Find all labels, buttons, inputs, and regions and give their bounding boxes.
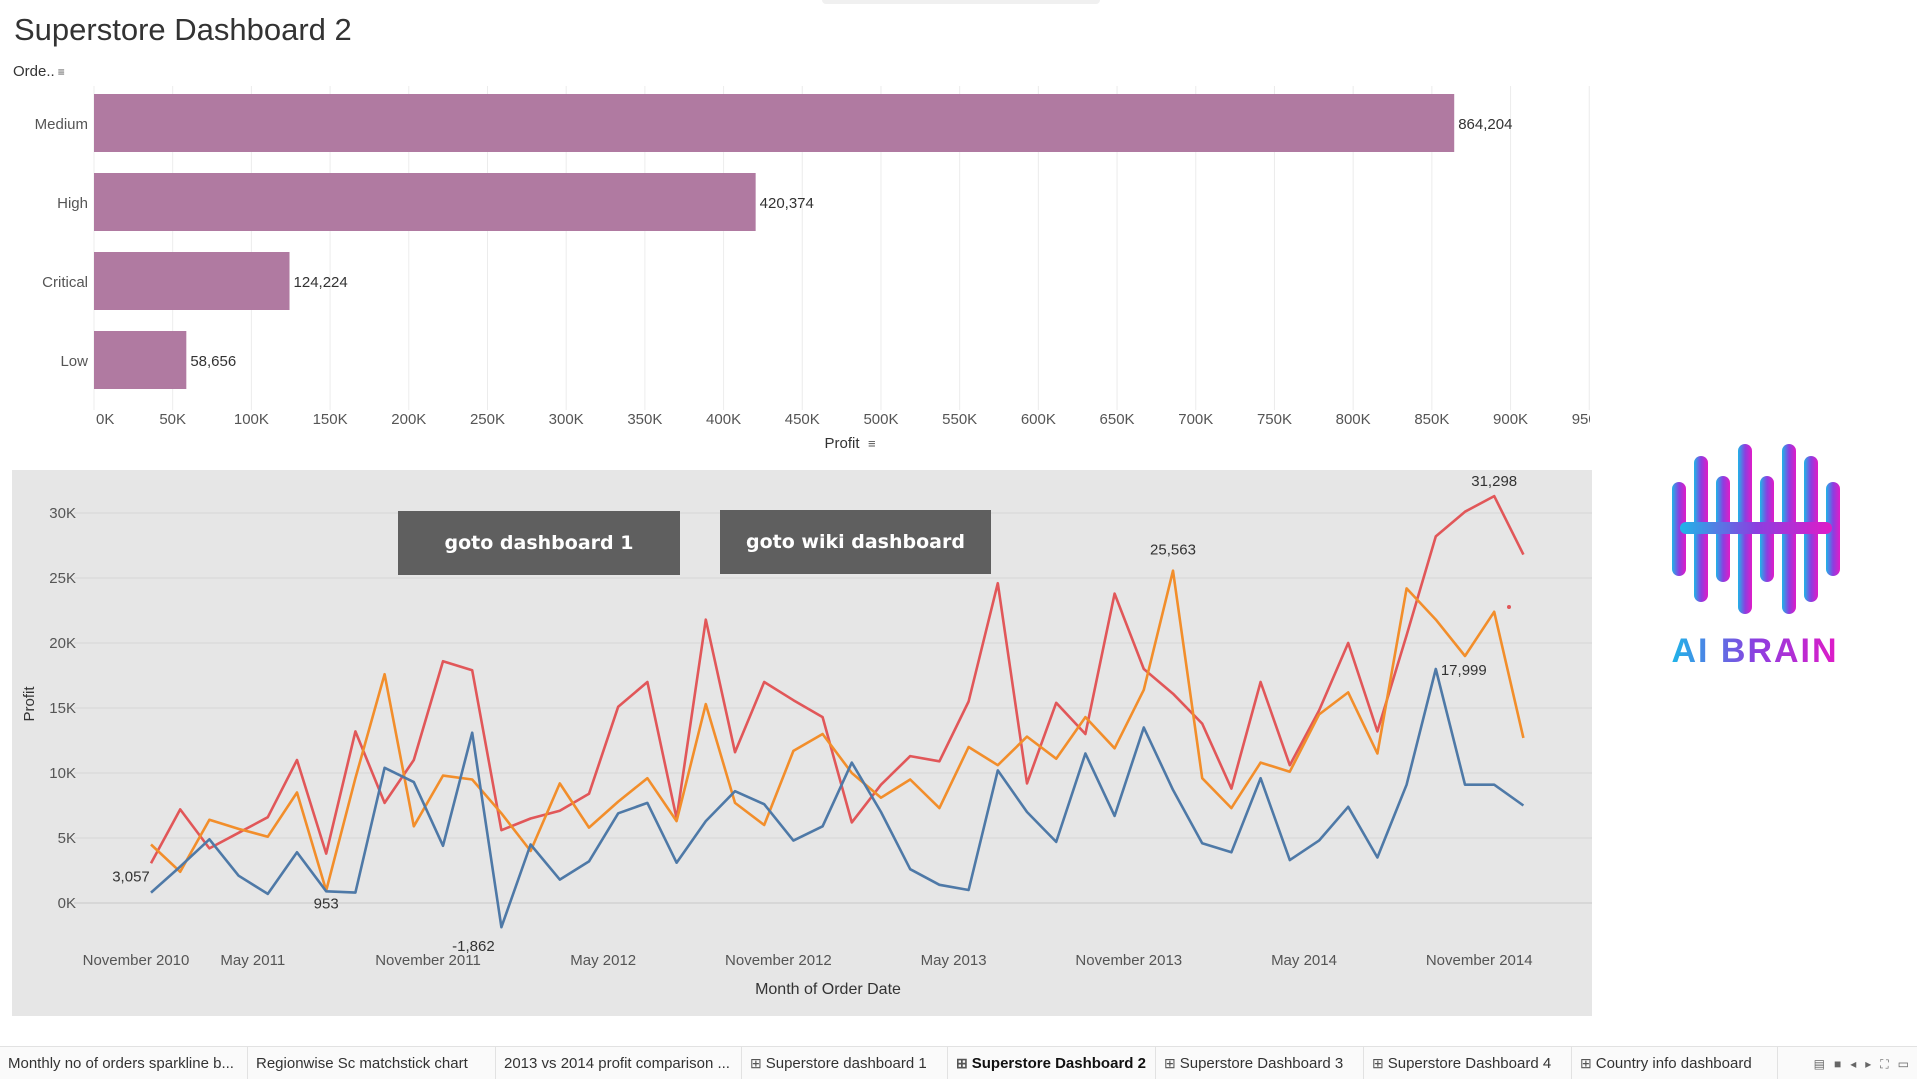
bar-x-tick-label: 750K (1257, 411, 1292, 428)
line-y-tick-label: 20K (49, 635, 76, 652)
bar-x-tick-label: 600K (1021, 411, 1056, 428)
sheet-tab[interactable]: Regionwise Sc matchstick chart (248, 1047, 496, 1079)
bar-high[interactable] (94, 173, 756, 231)
line-x-tick-label: November 2010 (83, 952, 190, 969)
line-y-tick-label: 10K (49, 765, 76, 782)
sheet-tab[interactable]: ⊞ Superstore dashboard 1 (742, 1047, 948, 1079)
sheet-tab-label: Superstore Dashboard 2 (971, 1054, 1146, 1072)
line-data-label: 25,563 (1150, 542, 1196, 559)
line-x-tick-label: November 2011 (375, 952, 481, 969)
line-y-tick-label: 5K (58, 830, 76, 847)
bar-low[interactable] (94, 331, 187, 389)
bar-category-label[interactable]: High (57, 195, 88, 212)
sheet-tab[interactable]: ⊞ Superstore Dashboard 4 (1364, 1047, 1572, 1079)
bar-x-tick-label: 500K (863, 411, 898, 428)
line-x-tick-label: May 2014 (1271, 952, 1337, 969)
sheet-sorter-icon[interactable]: ▤ (1814, 1057, 1825, 1072)
line-data-label: 31,298 (1471, 473, 1517, 490)
bar-x-tick-label: 100K (234, 411, 269, 428)
dashboard-title: Superstore Dashboard 2 (14, 12, 352, 47)
priority-profit-bar-chart: Medium 864,204 High 420,374 Critical 124,224 L… (35, 86, 1590, 452)
line-x-axis-title: Month of Order Date (755, 981, 901, 998)
bar-value-label: 864,204 (1458, 116, 1512, 133)
next-sheet-icon[interactable]: ▸ (1865, 1057, 1871, 1072)
dashboard-icon: ⊞ (1164, 1054, 1176, 1071)
line-y-tick-label: 25K (49, 570, 76, 587)
bar-x-tick-label: 850K (1414, 411, 1449, 428)
bar-x-tick-label: 450K (785, 411, 820, 428)
sheet-tab-label: Regionwise Sc matchstick chart (256, 1054, 468, 1072)
bar-category-label[interactable]: Critical (42, 274, 88, 291)
bar-value-label: 58,656 (190, 353, 236, 370)
bar-x-tick-label: 200K (391, 411, 426, 428)
bar-category-label[interactable]: Medium (35, 116, 88, 133)
bar-category-label[interactable]: Low (60, 353, 88, 370)
bar-x-tick-label: 650K (1100, 411, 1135, 428)
sheet-tab-label: Superstore Dashboard 4 (1387, 1054, 1552, 1072)
line-data-label: 3,057 (112, 868, 150, 885)
line-x-tick-label: May 2013 (921, 952, 987, 969)
bar-medium[interactable] (94, 94, 1455, 152)
sheet-tab-label: Monthly no of orders sparkline b... (8, 1054, 234, 1072)
fullscreen-icon[interactable]: ⛶ (1880, 1057, 1888, 1072)
bar-critical[interactable] (94, 252, 290, 310)
line-y-tick-label: 15K (49, 700, 76, 717)
bar-value-label: 124,224 (294, 274, 348, 291)
line-data-label: 17,999 (1441, 662, 1487, 679)
dashboard-icon: ⊞ (956, 1054, 968, 1071)
sheet-navigation-controls: ▤ ■ ◂ ▸ ⛶ ▭ (1814, 1057, 1909, 1072)
sheet-tab-label: Superstore Dashboard 3 (1179, 1054, 1344, 1072)
sheet-tab[interactable]: Monthly no of orders sparkline b... (0, 1047, 248, 1079)
bar-x-tick-label: 250K (470, 411, 505, 428)
line-x-tick-label: May 2012 (570, 952, 636, 969)
sheet-tab[interactable]: 2013 vs 2014 profit comparison ... (496, 1047, 742, 1079)
line-y-axis-title: Profit (21, 686, 38, 722)
sheet-tab[interactable]: ⊞ Superstore Dashboard 2 (948, 1047, 1156, 1079)
bar-value-label: 420,374 (760, 195, 814, 212)
prev-sheet-icon[interactable]: ◂ (1850, 1057, 1856, 1072)
profit-sort-icon[interactable]: ≡ (868, 436, 876, 451)
sheet-tab[interactable]: ⊞ Superstore Dashboard 3 (1156, 1047, 1364, 1079)
bar-x-tick-label: 900K (1493, 411, 1528, 428)
line-x-tick-label: May 2011 (220, 952, 285, 969)
sheet-tab-bar: Monthly no of orders sparkline b... Regio… (0, 1046, 1917, 1079)
logo-text: AI BRAIN (1671, 632, 1838, 670)
dashboard-icon: ⊞ (1372, 1054, 1384, 1071)
bar-x-tick-label: 550K (942, 411, 977, 428)
line-x-tick-label: November 2012 (725, 952, 832, 969)
line-y-tick-label: 30K (49, 505, 76, 522)
sheet-tab-label: Superstore dashboard 1 (765, 1054, 927, 1072)
ai-brain-logo: AI BRAIN (1671, 444, 1840, 670)
top-toolbar-handle (822, 0, 1100, 4)
bar-x-tick-label: 700K (1178, 411, 1213, 428)
bar-x-tick-label: 350K (627, 411, 662, 428)
line-x-tick-label: November 2014 (1426, 952, 1533, 969)
line-y-tick-label: 0K (58, 895, 76, 912)
sheet-tab-label: Country info dashboard (1595, 1054, 1752, 1072)
bar-x-tick-label: 150K (313, 411, 348, 428)
sheet-tab-label: 2013 vs 2014 profit comparison ... (504, 1054, 730, 1072)
dashboard-icon: ⊞ (750, 1054, 762, 1071)
line-data-label: 953 (314, 896, 339, 913)
bar-x-axis-title: Profit (824, 435, 860, 452)
line-x-tick-label: November 2013 (1075, 952, 1182, 969)
bar-x-tick-label: 400K (706, 411, 741, 428)
bar-x-tick-label: 950K (1572, 411, 1590, 428)
line-point-marker (1507, 605, 1511, 609)
goto-dashboard-1-button[interactable]: goto dashboard 1 (398, 511, 680, 575)
sheet-tab[interactable]: ⊞ Country info dashboard (1572, 1047, 1778, 1079)
filmstrip-icon[interactable]: ■ (1834, 1057, 1841, 1072)
bar-x-tick-label: 0K (96, 411, 114, 428)
goto-wiki-dashboard-button[interactable]: goto wiki dashboard (720, 510, 991, 574)
bar-x-tick-label: 50K (159, 411, 186, 428)
dashboard-icon: ⊞ (1580, 1054, 1592, 1071)
bar-x-tick-label: 800K (1336, 411, 1371, 428)
presentation-icon[interactable]: ▭ (1898, 1057, 1909, 1072)
bar-x-tick-label: 300K (549, 411, 584, 428)
